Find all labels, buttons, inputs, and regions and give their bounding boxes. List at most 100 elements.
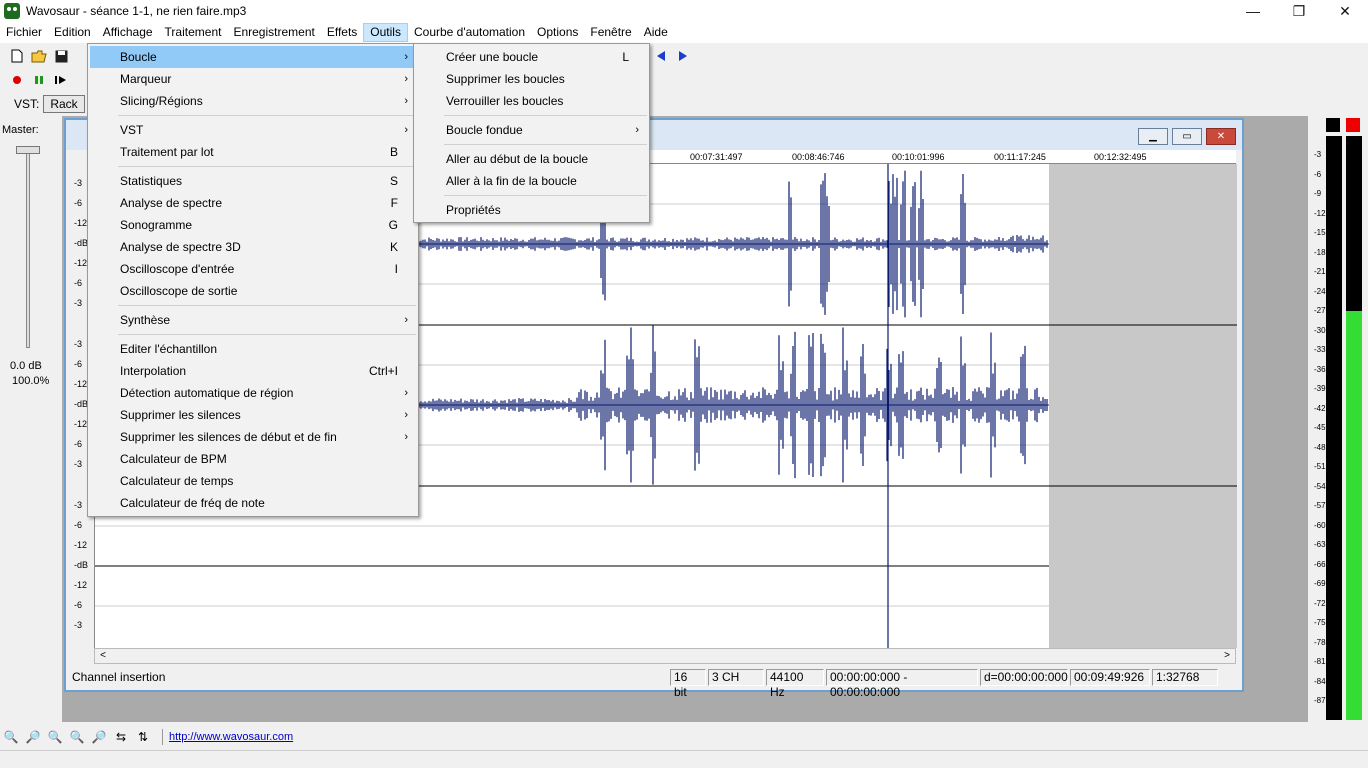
menu-edition[interactable]: Edition	[48, 23, 97, 42]
loop-menu-item[interactable]: Aller au début de la boucle	[416, 148, 647, 170]
menu-bar: Fichier Edition Affichage Traitement Enr…	[0, 22, 1368, 43]
menu-fenetre[interactable]: Fenêtre	[584, 23, 637, 42]
tools-menu-item[interactable]: Synthèse ›	[90, 309, 416, 331]
close-button[interactable]: ✕	[1322, 0, 1368, 22]
rack-button[interactable]: Rack	[43, 95, 85, 113]
db-label: -6	[74, 600, 83, 610]
tools-menu-item[interactable]: Slicing/Régions ›	[90, 90, 416, 112]
fit-vertical-icon[interactable]: ⇅	[132, 727, 154, 747]
status-text: Channel insertion	[72, 670, 166, 684]
menu-courbe-automation[interactable]: Courbe d'automation	[408, 23, 531, 42]
loop-menu-item[interactable]: Créer une boucle L	[416, 46, 647, 68]
tools-menu-item-label: Supprimer les silences	[120, 408, 241, 422]
meter-clip-right	[1346, 118, 1360, 132]
status-sample-rate: 44100 Hz	[766, 669, 824, 699]
arrow-left-icon[interactable]	[650, 46, 672, 66]
open-folder-icon[interactable]	[28, 46, 50, 66]
scroll-right-icon[interactable]: >	[1219, 649, 1235, 663]
submenu-arrow-icon: ›	[404, 51, 408, 63]
master-volume-track[interactable]	[26, 148, 30, 348]
menu-outils[interactable]: Outils	[363, 23, 408, 42]
submenu-arrow-icon: ›	[404, 124, 408, 136]
meter-scale-label: -39	[1314, 384, 1326, 393]
save-icon[interactable]	[50, 46, 72, 66]
tools-menu-item-label: Boucle	[120, 50, 157, 64]
tools-menu-item[interactable]: Oscilloscope d'entrée I	[90, 258, 416, 280]
tools-menu-item[interactable]: Calculateur de temps	[90, 470, 416, 492]
doc-close-button[interactable]: ✕	[1206, 128, 1236, 145]
db-label: -12	[74, 419, 88, 429]
scroll-left-icon[interactable]: <	[95, 649, 111, 663]
menu-affichage[interactable]: Affichage	[97, 23, 159, 42]
zoom-selection-icon[interactable]: 🔍	[44, 727, 66, 747]
loop-menu-item[interactable]: Propriétés	[416, 199, 647, 221]
tools-menu-item[interactable]: Sonogramme G	[90, 214, 416, 236]
website-link[interactable]: http://www.wavosaur.com	[162, 729, 299, 745]
menu-fichier[interactable]: Fichier	[0, 23, 48, 42]
meter-scale-label: -66	[1314, 559, 1326, 569]
tools-menu-item[interactable]: Analyse de spectre 3D K	[90, 236, 416, 258]
meter-scale-label: -57	[1314, 501, 1326, 510]
tools-menu-item[interactable]: VST ›	[90, 119, 416, 141]
tools-menu-item[interactable]: Interpolation Ctrl+I	[90, 360, 416, 382]
meter-scale-label: -78	[1314, 637, 1326, 647]
tools-menu-item[interactable]: Marqueur ›	[90, 68, 416, 90]
meter-scale-label: -54	[1314, 481, 1326, 491]
tools-menu-item[interactable]: Supprimer les silences de début et de fi…	[90, 426, 416, 448]
meter-scale-label: -84	[1314, 676, 1326, 686]
db-label: -3	[74, 620, 83, 630]
tools-menu-item-label: Sonogramme	[120, 218, 193, 232]
tools-menu: Boucle › Marqueur › Slicing/Régions › VST › Trai…	[87, 43, 419, 517]
doc-restore-button[interactable]: ▭	[1172, 128, 1202, 145]
tools-menu-item[interactable]: Analyse de spectre F	[90, 192, 416, 214]
db-label: -3	[74, 459, 83, 469]
loop-menu-item[interactable]: Verrouiller les boucles	[416, 90, 647, 112]
timeline-label: 00:07:31:497	[690, 152, 743, 162]
menu-separator	[118, 115, 416, 116]
zoom-full-icon[interactable]: 🔍	[66, 727, 88, 747]
db-label: -dB	[74, 399, 89, 409]
meter-scale-label: -15	[1314, 228, 1326, 237]
db-label: -3	[74, 178, 83, 188]
record-icon[interactable]	[6, 70, 28, 90]
menu-traitement[interactable]: Traitement	[159, 23, 228, 42]
loop-menu-item[interactable]: Supprimer les boucles	[416, 68, 647, 90]
zoom-out-icon[interactable]: 🔎	[22, 727, 44, 747]
zoom-vertical-icon[interactable]: 🔎	[88, 727, 110, 747]
zoom-in-icon[interactable]: 🔍	[0, 727, 22, 747]
play-icon[interactable]	[50, 70, 72, 90]
horizontal-scrollbar[interactable]: < >	[94, 648, 1236, 664]
tools-menu-item[interactable]: Oscilloscope de sortie	[90, 280, 416, 302]
meter-scale-label: -6	[1314, 169, 1322, 179]
menu-enregistrement[interactable]: Enregistrement	[227, 23, 320, 42]
level-icon[interactable]	[28, 70, 50, 90]
tools-menu-item[interactable]: Statistiques S	[90, 170, 416, 192]
loop-menu-item[interactable]: Aller à la fin de la boucle	[416, 170, 647, 192]
tools-menu-item[interactable]: Supprimer les silences ›	[90, 404, 416, 426]
menu-options[interactable]: Options	[531, 23, 584, 42]
meter-scale-label: -36	[1314, 364, 1326, 374]
doc-minimize-button[interactable]: ▁	[1138, 128, 1168, 145]
menu-effets[interactable]: Effets	[321, 23, 363, 42]
meter-scale-label: -33	[1314, 345, 1326, 354]
tools-menu-item[interactable]: Boucle ›	[90, 46, 416, 68]
tools-menu-item[interactable]: Calculateur de BPM	[90, 448, 416, 470]
tools-menu-item-label: Synthèse	[120, 313, 171, 327]
tools-menu-item[interactable]: Détection automatique de région ›	[90, 382, 416, 404]
db-label: -12	[74, 258, 88, 268]
menu-aide[interactable]: Aide	[638, 23, 674, 42]
master-volume-slider[interactable]	[16, 146, 40, 154]
arrow-right-icon[interactable]	[672, 46, 694, 66]
tools-menu-item[interactable]: Editer l'échantillon	[90, 338, 416, 360]
submenu-arrow-icon: ›	[404, 409, 408, 421]
status-duration: d=00:00:00:000	[980, 669, 1068, 686]
timeline-label: 00:11:17:245	[994, 152, 1046, 162]
new-file-icon[interactable]	[6, 46, 28, 66]
maximize-button[interactable]: ❐	[1276, 0, 1322, 22]
tools-menu-item-label: Calculateur de fréq de note	[120, 496, 265, 510]
tools-menu-item[interactable]: Calculateur de fréq de note	[90, 492, 416, 514]
loop-menu-item[interactable]: Boucle fondue ›	[416, 119, 647, 141]
fit-horizontal-icon[interactable]: ⇆	[110, 727, 132, 747]
minimize-button[interactable]: —	[1230, 0, 1276, 22]
tools-menu-item[interactable]: Traitement par lot B	[90, 141, 416, 163]
